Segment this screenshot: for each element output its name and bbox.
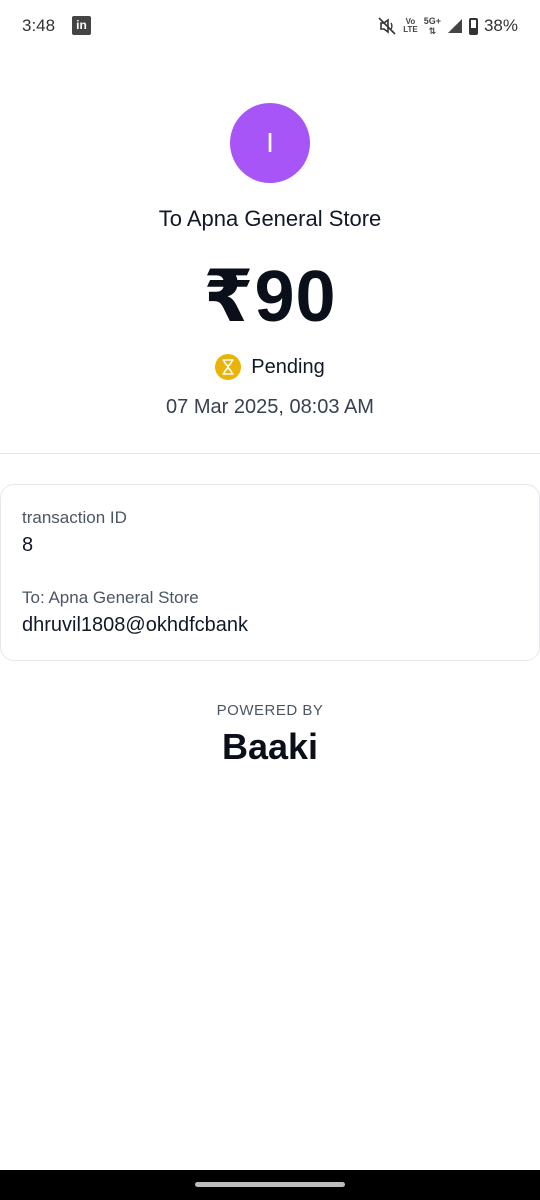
battery-icon [468,17,478,35]
linkedin-icon: in [72,16,91,35]
recipient-label: To: Apna General Store [22,588,199,607]
payee-title: To Apna General Store [158,206,382,231]
status-badge: Pending [251,355,325,378]
status-icons: Vo LTE 5G+ ⇅ 38% [377,14,518,38]
hourglass-icon [215,354,242,380]
avatar: I [230,103,310,183]
signal-icon [447,19,462,33]
home-gesture-handle[interactable] [195,1182,345,1187]
status-time: 3:48 [22,16,56,35]
network-icon: 5G+ ⇅ [424,16,441,36]
battery-percent: 38% [483,16,518,35]
recipient-upi-id: dhruvil1808@okhdfcbank [22,614,249,636]
volte-icon: Vo LTE [403,18,418,34]
brand-logo: Baaki [221,726,319,767]
divider [0,453,540,454]
powered-by-label: POWERED BY [216,702,324,719]
transaction-details-card: transaction ID 8 To: Apna General Store … [0,484,540,661]
data-arrows-icon: ⇅ [428,26,437,36]
transaction-id-label: transaction ID [22,508,127,527]
status-bar: 3:48 in Vo LTE 5G+ ⇅ 38% [0,0,540,54]
status-row: Pending [0,354,540,380]
navigation-bar [0,1170,540,1200]
volte-bottom: LTE [403,25,418,34]
mute-icon [378,17,396,35]
network-label: 5G+ [423,16,441,26]
transaction-id-value: 8 [22,534,34,556]
amount: ₹90 [203,257,337,337]
transaction-datetime: 07 Mar 2025, 08:03 AM [166,396,374,418]
